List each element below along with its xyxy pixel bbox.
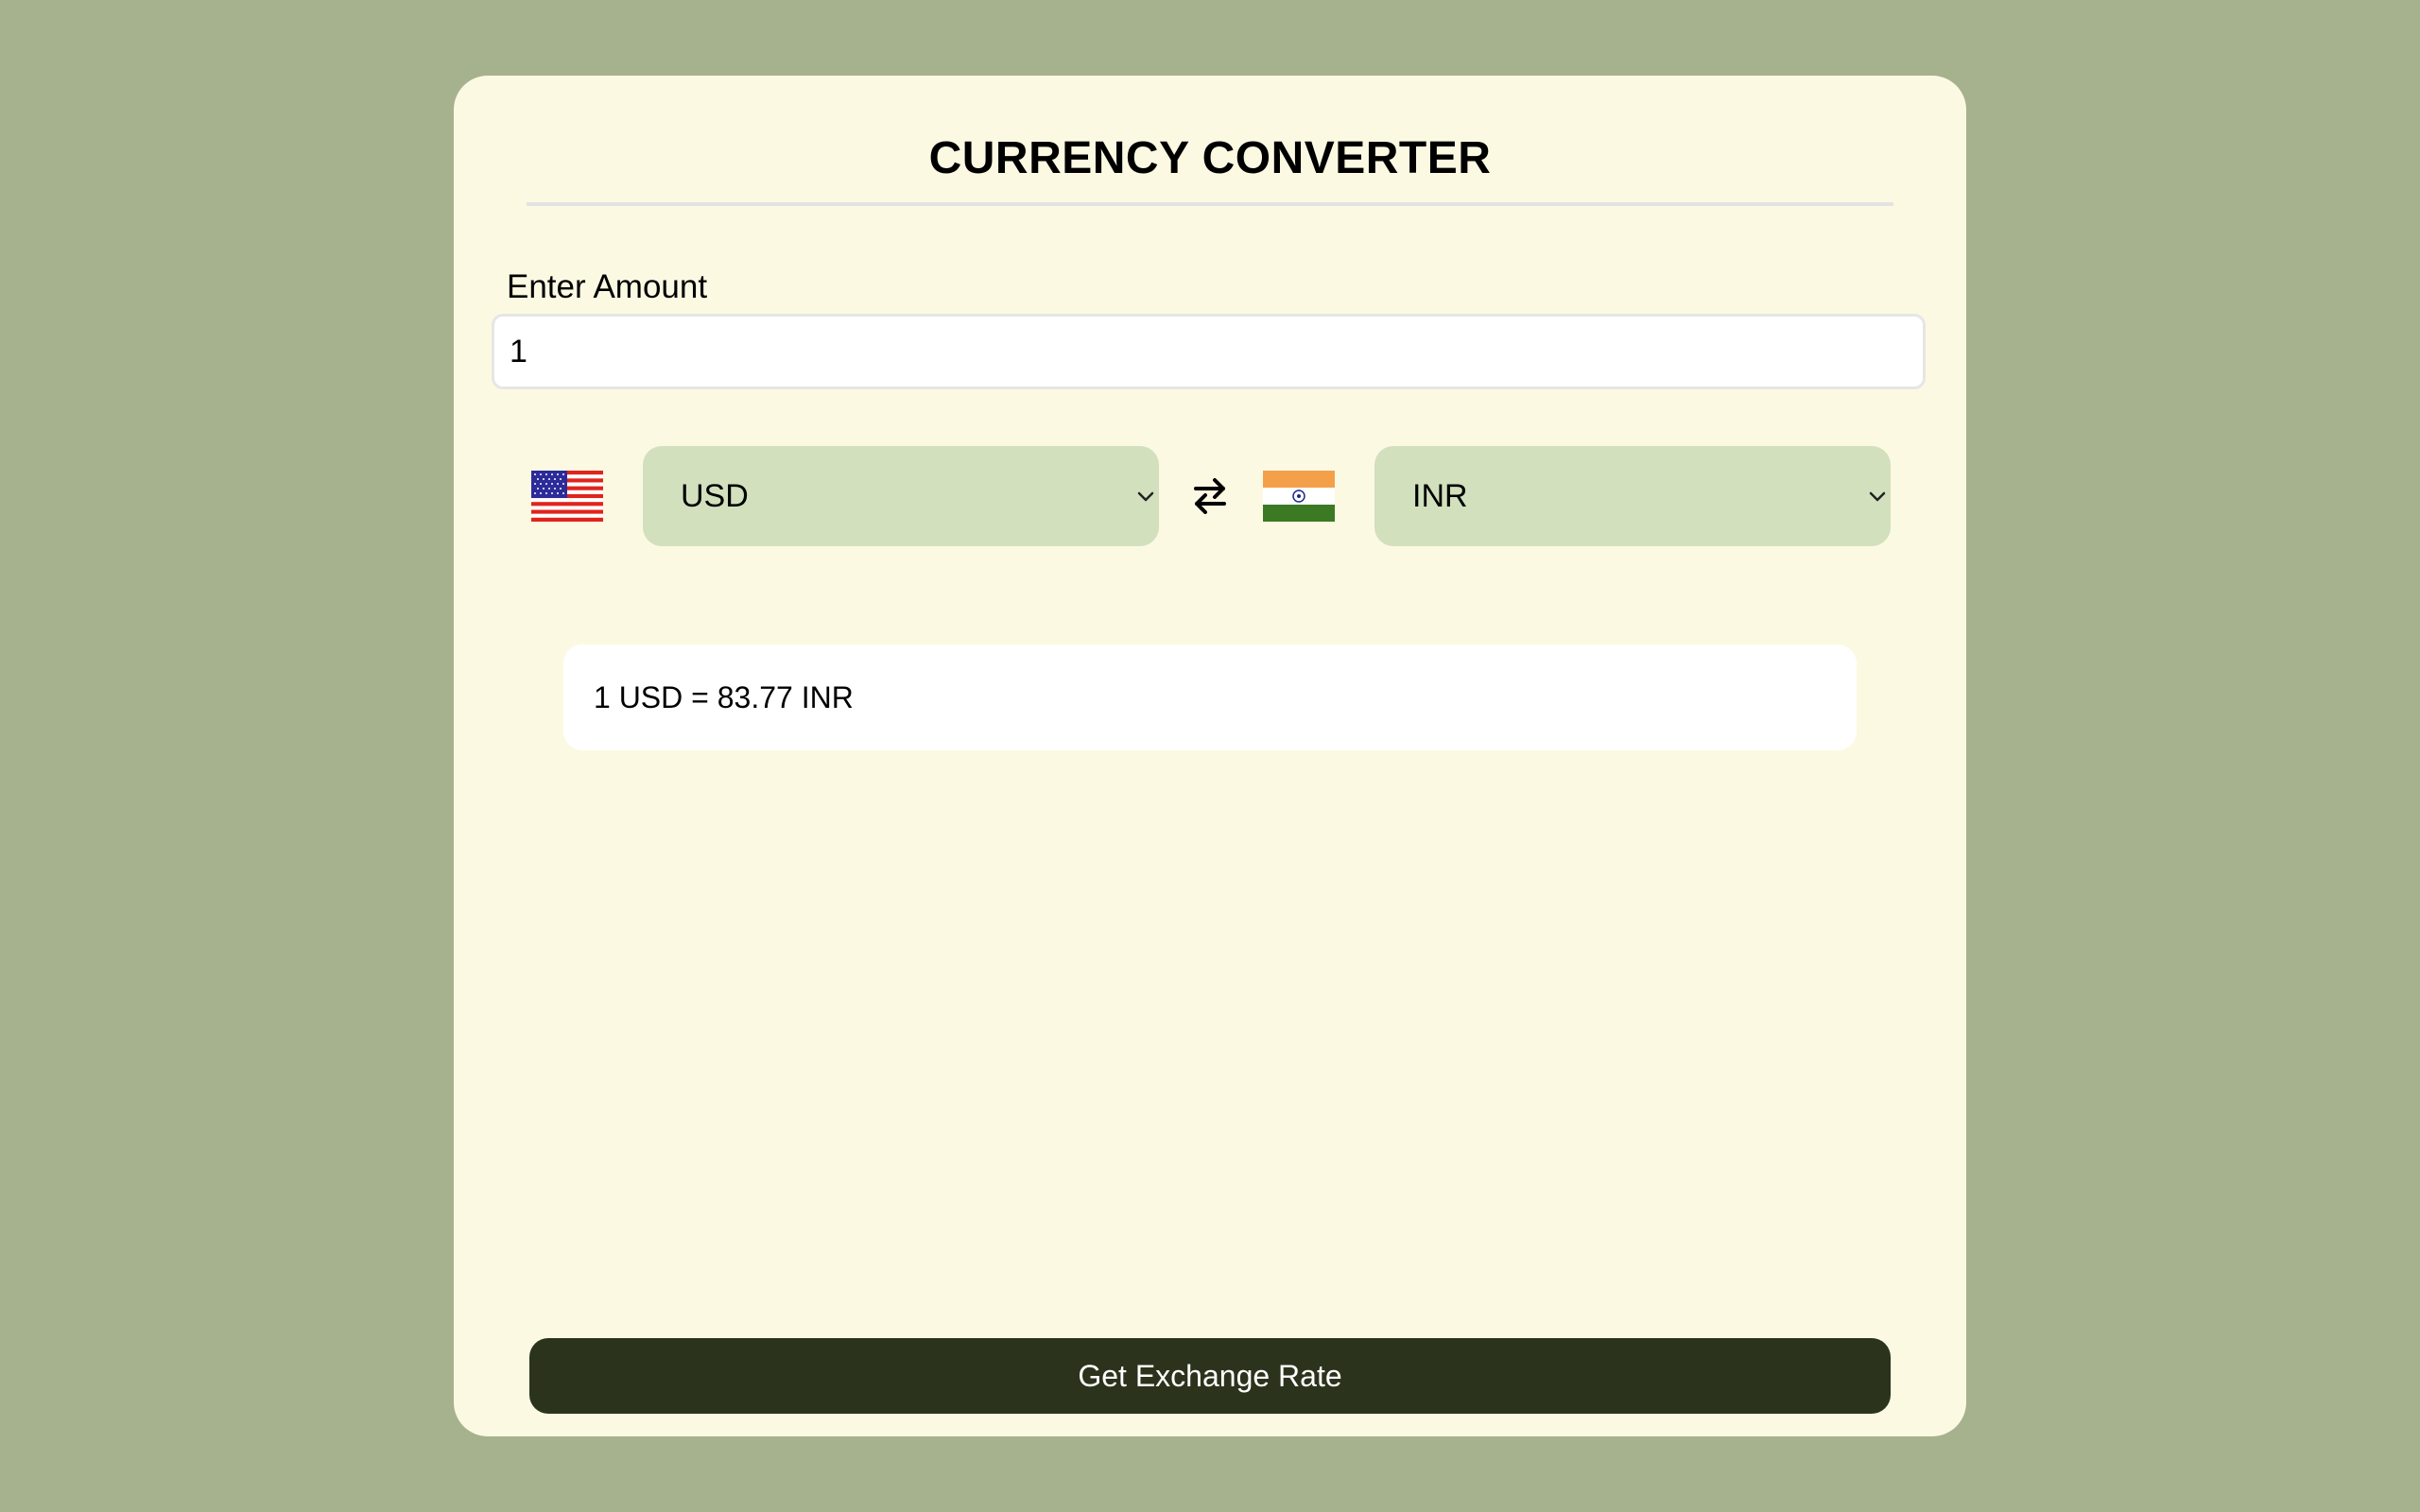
from-currency-value: USD <box>681 478 749 514</box>
us-flag-icon <box>531 471 603 522</box>
chevron-down-icon <box>1869 491 1886 502</box>
from-currency-select[interactable]: USD <box>643 446 1159 546</box>
to-currency-select[interactable]: INR <box>1374 446 1891 546</box>
amount-label: Enter Amount <box>507 268 708 305</box>
swap-arrows-icon[interactable] <box>1193 476 1227 514</box>
title-divider <box>527 202 1893 206</box>
exchange-result-text: 1 USD = 83.77 INR <box>594 680 854 714</box>
get-exchange-rate-button[interactable]: Get Exchange Rate <box>529 1338 1891 1414</box>
page-title: CURRENCY CONVERTER <box>928 133 1492 183</box>
exchange-result-box: 1 USD = 83.77 INR <box>563 644 1857 750</box>
chevron-down-icon <box>1137 491 1154 502</box>
to-currency-value: INR <box>1412 478 1468 514</box>
amount-input[interactable] <box>492 314 1926 389</box>
india-flag-icon <box>1263 471 1335 522</box>
